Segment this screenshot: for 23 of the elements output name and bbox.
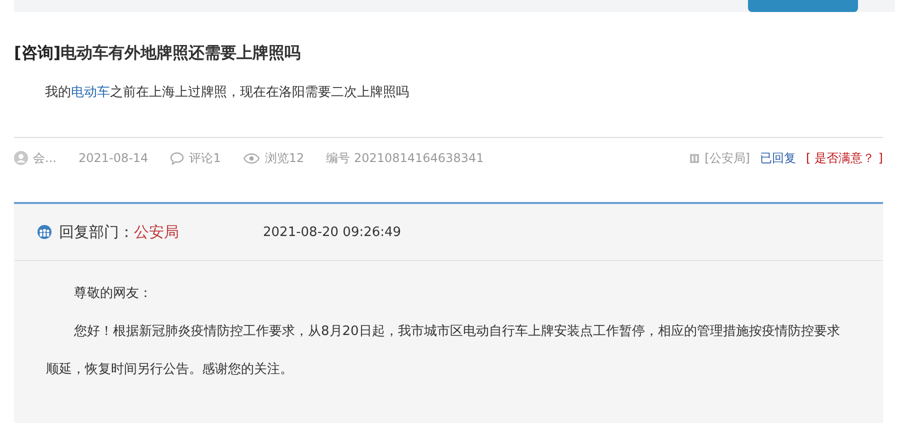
view-count: 浏览12 bbox=[264, 150, 304, 166]
reply-department: 公安局 bbox=[134, 222, 179, 242]
question-text: 之前在上海上过牌照，现在在洛阳需要二次上牌照吗 bbox=[110, 85, 409, 100]
reply-paragraph: 您好！根据新冠肺炎疫情防控工作要求，从8月20日起，我市城市区电动自行车上牌安装点工作暂停，相应的管理措施按疫情防控要求顺延，恢复时间另行公告。感谢您的关注。 bbox=[46, 323, 841, 379]
question-text: 我的 bbox=[45, 85, 71, 100]
comment-count[interactable]: 评论1 bbox=[189, 150, 221, 166]
user-icon bbox=[14, 151, 28, 165]
department-name: [公安局] bbox=[704, 150, 750, 166]
post-date: 2021-08-14 bbox=[78, 151, 148, 165]
post-number: 编号 20210814164638341 bbox=[326, 150, 484, 166]
people-icon bbox=[36, 225, 53, 239]
reply-time: 2021-08-20 09:26:49 bbox=[263, 224, 402, 240]
satisfaction-link[interactable]: [ 是否满意？ ] bbox=[806, 150, 883, 166]
partial-button[interactable] bbox=[748, 0, 858, 12]
comment-icon bbox=[170, 152, 184, 164]
reply-label: 回复部门： bbox=[59, 222, 134, 242]
eye-icon bbox=[242, 152, 260, 164]
building-icon bbox=[688, 152, 700, 164]
link[interactable]: 电动车 bbox=[71, 85, 110, 100]
reply-paragraph: 尊敬的网友： bbox=[73, 285, 153, 303]
author-name: 会... bbox=[33, 150, 56, 166]
reply-status: 已回复 bbox=[760, 150, 796, 166]
question-title: [咨询]电动车有外地牌照还需要上牌照吗 bbox=[14, 42, 302, 64]
